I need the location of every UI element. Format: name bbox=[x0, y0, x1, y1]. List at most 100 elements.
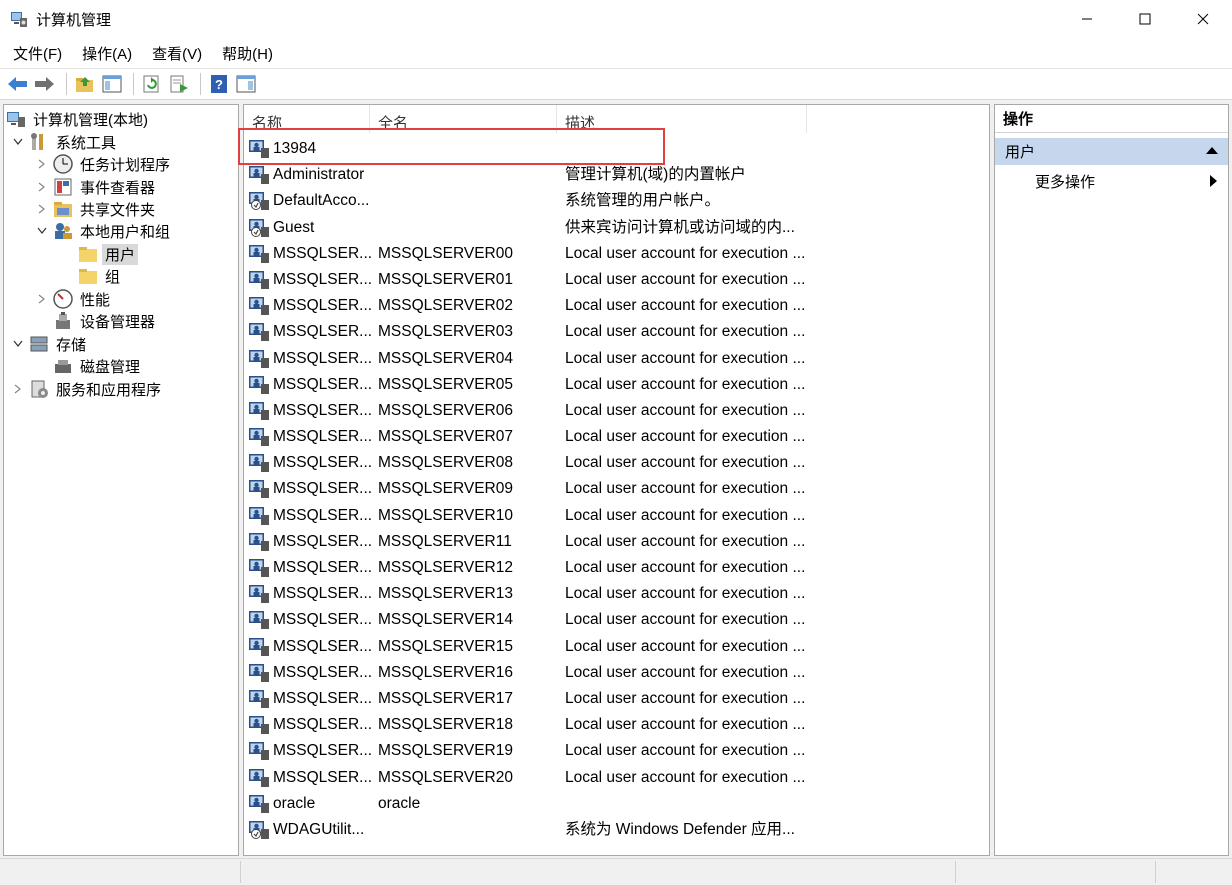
cell-full-name: MSSQLSERVER13 bbox=[378, 585, 513, 603]
table-row[interactable]: MSSQLSER... MSSQLSERVER17 Local user accou… bbox=[244, 686, 989, 712]
svg-text:?: ? bbox=[215, 77, 223, 92]
chevron-down-icon[interactable] bbox=[35, 224, 49, 238]
chevron-right-icon[interactable] bbox=[11, 382, 25, 396]
cell-description: Local user account for execution ... bbox=[565, 742, 806, 760]
close-button[interactable] bbox=[1174, 0, 1232, 38]
cell-name: MSSQLSER... bbox=[273, 454, 373, 472]
user-icon bbox=[248, 427, 270, 447]
table-row[interactable]: WDAGUtilit... 系统为 Windows Defender 应用... bbox=[244, 817, 989, 843]
table-row[interactable]: MSSQLSER... MSSQLSERVER12 Local user accou… bbox=[244, 555, 989, 581]
user-icon bbox=[248, 741, 270, 761]
table-row[interactable]: MSSQLSER... MSSQLSERVER16 Local user accou… bbox=[244, 660, 989, 686]
table-row[interactable]: MSSQLSER... MSSQLSERVER11 Local user accou… bbox=[244, 529, 989, 555]
back-button[interactable] bbox=[6, 72, 30, 96]
actions-section-label: 用户 bbox=[1005, 144, 1036, 161]
tree-item-disk-management[interactable]: 磁盘管理 bbox=[53, 355, 143, 377]
table-row[interactable]: MSSQLSER... MSSQLSERVER15 Local user accou… bbox=[244, 634, 989, 660]
tree-item-services-applications[interactable]: 服务和应用程序 bbox=[11, 378, 164, 400]
collapse-up-icon[interactable] bbox=[1206, 147, 1218, 154]
table-row[interactable]: MSSQLSER... MSSQLSERVER05 Local user accou… bbox=[244, 372, 989, 398]
user-icon bbox=[248, 322, 270, 342]
refresh-button[interactable] bbox=[140, 72, 164, 96]
clock-icon bbox=[53, 154, 73, 174]
table-row[interactable]: MSSQLSER... MSSQLSERVER19 Local user accou… bbox=[244, 738, 989, 764]
cell-name: MSSQLSER... bbox=[273, 689, 373, 707]
cell-name: MSSQLSER... bbox=[273, 559, 373, 576]
cell-name: oracle bbox=[273, 794, 316, 812]
tree-item-storage[interactable]: 存储 bbox=[11, 333, 89, 355]
show-hide-action-pane-button[interactable] bbox=[234, 72, 258, 96]
table-row[interactable]: MSSQLSER... MSSQLSERVER18 Local user accou… bbox=[244, 712, 989, 738]
table-row[interactable]: MSSQLSER... MSSQLSERVER08 Local user accou… bbox=[244, 450, 989, 476]
tree-item-event-viewer[interactable]: 事件查看器 bbox=[35, 176, 158, 198]
table-row[interactable]: Guest 供来宾访问计算机或访问域的内... bbox=[244, 215, 989, 241]
maximize-icon bbox=[1139, 13, 1151, 25]
shared-folder-icon bbox=[53, 199, 73, 219]
cell-description: Local user account for execution ... bbox=[565, 637, 806, 655]
cell-name: MSSQLSER... bbox=[273, 480, 373, 498]
tree-item-device-manager[interactable]: 设备管理器 bbox=[53, 310, 158, 332]
minimize-button[interactable] bbox=[1058, 0, 1116, 38]
show-hide-tree-button[interactable] bbox=[100, 72, 124, 96]
up-one-level-button[interactable] bbox=[73, 72, 97, 96]
chevron-down-icon[interactable] bbox=[11, 337, 25, 351]
actions-section-users[interactable]: 用户 bbox=[995, 138, 1228, 165]
cell-name: MSSQLSER... bbox=[273, 375, 373, 393]
tree-item-shared-folders[interactable]: 共享文件夹 bbox=[35, 198, 158, 220]
maximize-button[interactable] bbox=[1116, 0, 1174, 38]
table-row[interactable]: MSSQLSER... MSSQLSERVER01 Local user accou… bbox=[244, 267, 989, 293]
more-actions-item[interactable]: 更多操作 bbox=[1035, 169, 1225, 193]
table-row[interactable]: MSSQLSER... MSSQLSERVER13 Local user accou… bbox=[244, 581, 989, 607]
tree-item-system-tools[interactable]: 系统工具 bbox=[11, 131, 119, 153]
cell-description: Local user account for execution ... bbox=[565, 532, 806, 550]
table-row[interactable]: MSSQLSER... MSSQLSERVER09 Local user accou… bbox=[244, 476, 989, 502]
menu-help[interactable]: 帮助(H) bbox=[215, 43, 280, 64]
tree-item-performance[interactable]: 性能 bbox=[35, 288, 113, 310]
table-row[interactable]: MSSQLSER... MSSQLSERVER10 Local user accou… bbox=[244, 503, 989, 529]
table-row[interactable]: MSSQLSER... MSSQLSERVER14 Local user accou… bbox=[244, 607, 989, 633]
chevron-right-icon[interactable] bbox=[35, 157, 49, 171]
cell-name: Guest bbox=[273, 218, 315, 236]
table-row[interactable]: MSSQLSER... MSSQLSERVER00 Local user accou… bbox=[244, 241, 989, 267]
cell-name: MSSQLSER... bbox=[273, 611, 373, 629]
table-row[interactable]: MSSQLSER... MSSQLSERVER06 Local user accou… bbox=[244, 398, 989, 424]
menu-view[interactable]: 查看(V) bbox=[145, 43, 209, 64]
table-row[interactable]: DefaultAcco... 系统管理的用户帐户。 bbox=[244, 188, 989, 214]
cell-full-name: MSSQLSERVER17 bbox=[378, 689, 513, 707]
table-row[interactable]: MSSQLSER... MSSQLSERVER07 Local user accou… bbox=[244, 424, 989, 450]
table-row[interactable]: MSSQLSER... MSSQLSERVER20 Local user accou… bbox=[244, 765, 989, 791]
table-row[interactable]: MSSQLSER... MSSQLSERVER02 Local user accou… bbox=[244, 293, 989, 319]
actions-header: 操作 bbox=[995, 105, 1228, 133]
table-row[interactable]: oracle oracle bbox=[244, 791, 989, 817]
table-row[interactable]: MSSQLSER... MSSQLSERVER04 Local user accou… bbox=[244, 346, 989, 372]
tree-item-groups[interactable]: 组 bbox=[78, 265, 123, 287]
chevron-down-icon[interactable] bbox=[11, 135, 25, 149]
cell-name: MSSQLSER... bbox=[273, 401, 373, 419]
cell-name: WDAGUtilit... bbox=[273, 820, 365, 838]
cell-full-name: MSSQLSERVER00 bbox=[378, 244, 513, 262]
actions-pane: 操作 用户 更多操作 bbox=[994, 104, 1229, 856]
chevron-right-icon[interactable] bbox=[35, 292, 49, 306]
tree-item-task-scheduler[interactable]: 任务计划程序 bbox=[35, 153, 173, 175]
cell-description: Local user account for execution ... bbox=[565, 323, 806, 341]
cell-name: MSSQLSER... bbox=[273, 297, 373, 315]
chevron-right-icon[interactable] bbox=[35, 202, 49, 216]
toolbar-separator bbox=[66, 73, 67, 95]
forward-button[interactable] bbox=[33, 72, 57, 96]
cell-description: Local user account for execution ... bbox=[565, 559, 806, 576]
menu-file[interactable]: 文件(F) bbox=[6, 43, 69, 64]
tree-item-local-users-groups[interactable]: 本地用户和组 bbox=[35, 220, 173, 242]
table-row[interactable]: Administrator 管理计算机(域)的内置帐户 bbox=[244, 162, 989, 188]
menu-action[interactable]: 操作(A) bbox=[75, 43, 139, 64]
table-row[interactable]: MSSQLSER... MSSQLSERVER03 Local user accou… bbox=[244, 319, 989, 345]
tree-item-users[interactable]: 用户 bbox=[78, 243, 139, 265]
window-title: 计算机管理 bbox=[36, 11, 112, 29]
export-list-button[interactable] bbox=[167, 72, 191, 96]
cell-full-name: MSSQLSERVER19 bbox=[378, 742, 513, 760]
tree-item-computer-management[interactable]: 计算机管理(本地) bbox=[6, 108, 151, 130]
user-icon bbox=[248, 689, 270, 709]
help-button[interactable]: ? bbox=[207, 72, 231, 96]
chevron-right-icon[interactable] bbox=[35, 180, 49, 194]
user-icon bbox=[248, 794, 270, 814]
cell-full-name bbox=[378, 215, 558, 241]
